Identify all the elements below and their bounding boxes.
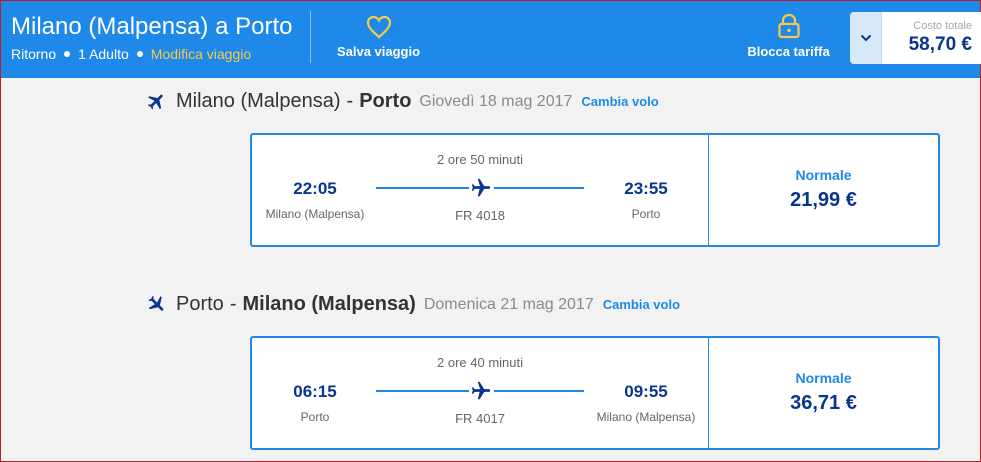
fare-type: Normale [795, 167, 852, 183]
lock-fare-button[interactable]: Blocca tariffa [741, 13, 836, 65]
route-line [376, 390, 469, 392]
route-title: Milano (Malpensa) a Porto [11, 13, 293, 40]
passenger-count: 1 Adulto [78, 46, 129, 62]
chevron-down-icon [860, 34, 871, 42]
destination-city: Porto [359, 90, 412, 112]
return-flight-card[interactable]: 2 ore 40 minuti 06:15 Porto 09:55 Milano… [250, 336, 940, 450]
total-cost-label: Costo totale [913, 20, 972, 32]
top-header: Milano (Malpensa) a Porto Ritorno 1 Adul… [1, 1, 981, 78]
fare-price: 21,99 € [790, 189, 857, 211]
route-line [494, 187, 584, 189]
heart-icon [366, 15, 391, 39]
flight-duration: 2 ore 50 minuti [437, 152, 523, 167]
save-trip-label: Salva viaggio [336, 44, 421, 59]
arrival-time: 23:55 [624, 179, 668, 198]
departure-time: 22:05 [293, 179, 337, 198]
trip-type: Ritorno [11, 46, 57, 62]
flight-date: Giovedì 18 mag 2017 [419, 92, 573, 110]
header-divider [310, 11, 311, 63]
total-cost-value: 58,70 € [908, 34, 972, 55]
change-flight-link[interactable]: Cambia volo [581, 94, 658, 109]
fare-price: 36,71 € [790, 392, 857, 414]
modify-trip-link[interactable]: Modifica viaggio [151, 46, 251, 62]
origin-city: Milano (Malpensa) [176, 90, 341, 112]
separator-dot [136, 51, 143, 57]
lock-icon [777, 13, 800, 39]
destination-city: Milano (Malpensa) [242, 293, 416, 315]
flight-duration: 2 ore 40 minuti [437, 355, 523, 370]
total-cost-box: Costo totale 58,70 € [850, 12, 981, 64]
return-flight-heading: Porto - Milano (Malpensa) Domenica 21 ma… [146, 293, 680, 316]
arrival-time: 09:55 [624, 382, 668, 401]
route-subtitle: Ritorno 1 Adulto Modifica viaggio [11, 46, 251, 62]
lock-fare-label: Blocca tariffa [747, 44, 830, 59]
fare-type: Normale [795, 370, 852, 386]
plane-icon [470, 380, 492, 402]
save-trip-button[interactable]: Salva viaggio [331, 15, 426, 65]
outbound-flight-heading: Milano (Malpensa) - Porto Giovedì 18 mag… [146, 90, 659, 113]
route-line [494, 390, 584, 392]
plane-icon [146, 294, 167, 315]
flight-number: FR 4017 [455, 411, 505, 426]
origin-city: Porto [176, 293, 224, 315]
flight-date: Domenica 21 mag 2017 [423, 295, 594, 313]
separator-dot [64, 51, 71, 57]
change-flight-link[interactable]: Cambia volo [603, 297, 680, 312]
route-dash: - [346, 90, 354, 112]
flight-number: FR 4018 [455, 208, 505, 223]
route-line [376, 187, 469, 189]
departure-time: 06:15 [293, 382, 337, 401]
plane-icon [146, 91, 167, 112]
plane-icon [470, 177, 492, 199]
route-dash: - [229, 293, 237, 315]
outbound-flight-card[interactable]: 2 ore 50 minuti 22:05 Milano (Malpensa) … [250, 133, 940, 247]
cost-toggle-button[interactable] [850, 12, 882, 64]
